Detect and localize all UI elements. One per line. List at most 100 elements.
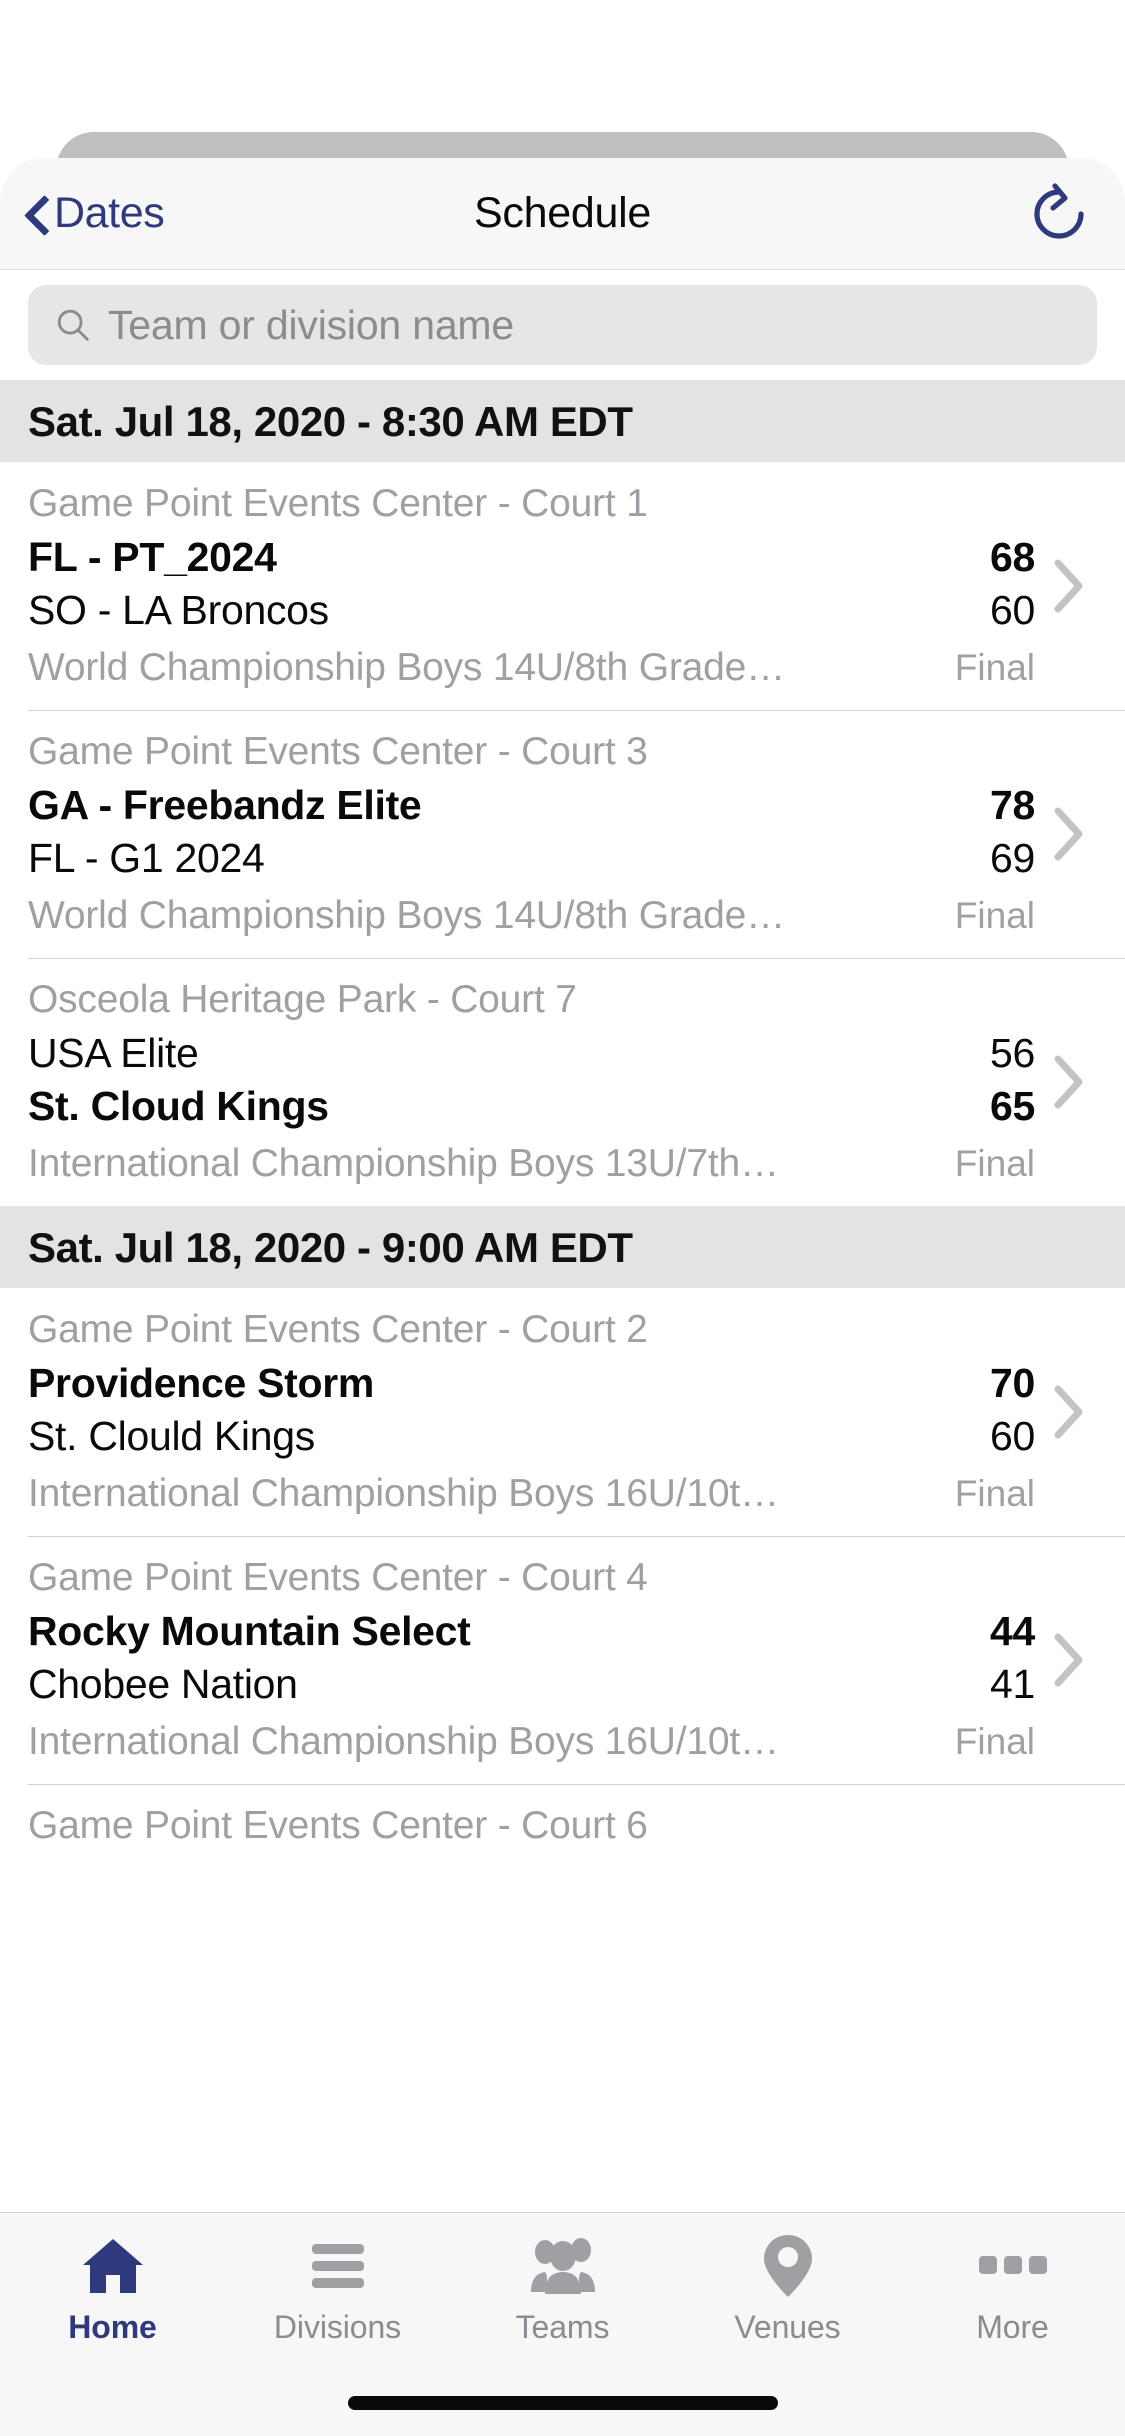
schedule-section-header: Sat. Jul 18, 2020 - 9:00 AM EDT [0,1206,1125,1288]
back-button[interactable]: Dates [0,189,165,238]
search-bar-container: Team or division name [0,270,1125,380]
away-team-score: 44 [989,1608,1035,1654]
page-title: Schedule [474,189,651,237]
home-team-row: St. Cloud Kings 65 [28,1083,1035,1130]
chevron-left-icon [26,195,48,233]
game-meta: International Championship Boys 16U/10t…… [28,1472,1035,1516]
away-team-name: Rocky Mountain Select [28,1608,471,1654]
away-team-row: Providence Storm 70 [28,1360,1035,1407]
home-team-row: Chobee Nation 41 [28,1661,1035,1708]
game-row[interactable]: Osceola Heritage Park - Court 7 USA Elite… [0,958,1125,1206]
search-placeholder: Team or division name [108,301,514,348]
away-team-row: FL - PT_2024 68 [28,534,1035,581]
game-meta: International Championship Boys 13U/7th…… [28,1142,1035,1186]
game-details: Game Point Events Center - Court 6 [28,1804,1097,1856]
search-input[interactable]: Team or division name [28,285,1097,365]
home-team-score: 41 [989,1661,1035,1707]
people-icon [527,2231,599,2301]
refresh-icon [1034,182,1084,239]
tab-label: Home [68,2309,157,2345]
away-team-score: 56 [989,1030,1035,1076]
game-venue: Osceola Heritage Park - Court 7 [28,978,577,1021]
chevron-right-icon [1041,557,1097,615]
game-status: Final [954,1143,1035,1184]
away-team-score: 68 [989,534,1035,580]
tab-teams[interactable]: Teams [450,2231,675,2346]
game-venue: Game Point Events Center - Court 4 [28,1556,648,1599]
home-team-name: Chobee Nation [28,1661,298,1707]
home-team-score: 60 [989,587,1035,633]
game-division: International Championship Boys 16U/10t… [28,1720,779,1763]
refresh-button[interactable] [1023,178,1095,250]
game-division: World Championship Boys 14U/8th Grade… [28,894,785,937]
game-division: International Championship Boys 13U/7th… [28,1142,779,1185]
chevron-right-icon [1041,1383,1097,1441]
away-team-score: 78 [989,782,1035,828]
tab-home[interactable]: Home [0,2231,225,2346]
navigation-bar: Dates Schedule [0,158,1125,270]
home-icon [79,2231,147,2301]
home-team-score: 69 [989,835,1035,881]
game-row[interactable]: Game Point Events Center - Court 6 [0,1784,1125,1876]
game-status: Final [954,1473,1035,1514]
home-team-name: FL - G1 2024 [28,835,265,881]
search-icon [57,309,89,341]
tab-more[interactable]: More [900,2231,1125,2346]
map-pin-icon [761,2231,815,2301]
tab-label: Teams [515,2309,610,2345]
away-team-name: USA Elite [28,1030,199,1076]
game-details: Game Point Events Center - Court 3 GA - F… [28,730,1035,938]
game-row[interactable]: Game Point Events Center - Court 1 FL - P… [0,462,1125,710]
game-details: Game Point Events Center - Court 1 FL - P… [28,482,1035,690]
game-details: Osceola Heritage Park - Court 7 USA Elite… [28,978,1035,1186]
home-team-row: FL - G1 2024 69 [28,835,1035,882]
game-status: Final [954,895,1035,936]
away-team-name: GA - Freebandz Elite [28,782,422,828]
tab-label: Venues [734,2309,841,2345]
home-team-row: St. Clould Kings 60 [28,1413,1035,1460]
game-division: World Championship Boys 14U/8th Grade… [28,646,785,689]
away-team-row: Rocky Mountain Select 44 [28,1608,1035,1655]
away-team-score: 70 [989,1360,1035,1406]
game-venue: Game Point Events Center - Court 3 [28,730,648,773]
away-team-row: USA Elite 56 [28,1030,1035,1077]
back-button-label: Dates [54,189,165,237]
away-team-name: Providence Storm [28,1360,375,1406]
home-team-name: SO - LA Broncos [28,587,329,633]
game-details: Game Point Events Center - Court 2 Provid… [28,1308,1035,1516]
list-icon [308,2231,368,2301]
game-status: Final [954,1721,1035,1762]
game-venue: Game Point Events Center - Court 1 [28,482,648,525]
phone-screen: Dates Schedule Team or division name Sat [0,0,1125,2436]
home-indicator [347,2396,778,2410]
away-team-row: GA - Freebandz Elite 78 [28,782,1035,829]
game-row[interactable]: Game Point Events Center - Court 4 Rocky … [0,1536,1125,1784]
ellipsis-icon [977,2231,1049,2301]
home-team-score: 60 [989,1413,1035,1459]
away-team-name: FL - PT_2024 [28,534,277,580]
game-meta: World Championship Boys 14U/8th Grade… Fi… [28,646,1035,690]
tab-label: Divisions [273,2309,402,2345]
tab-venues[interactable]: Venues [675,2231,900,2346]
game-meta: World Championship Boys 14U/8th Grade… Fi… [28,894,1035,938]
game-row[interactable]: Game Point Events Center - Court 2 Provid… [0,1288,1125,1536]
game-row[interactable]: Game Point Events Center - Court 3 GA - F… [0,710,1125,958]
game-details: Game Point Events Center - Court 4 Rocky … [28,1556,1035,1764]
tab-divisions[interactable]: Divisions [225,2231,450,2346]
schedule-section-header: Sat. Jul 18, 2020 - 8:30 AM EDT [0,380,1125,462]
game-venue: Game Point Events Center - Court 6 [28,1804,648,1847]
home-team-row: SO - LA Broncos 60 [28,587,1035,634]
game-status: Final [954,647,1035,688]
chevron-right-icon [1041,805,1097,863]
game-venue: Game Point Events Center - Court 2 [28,1308,648,1351]
game-division: International Championship Boys 16U/10t… [28,1472,779,1515]
home-team-name: St. Cloud Kings [28,1083,329,1129]
home-team-score: 65 [989,1083,1035,1129]
game-meta: International Championship Boys 16U/10t…… [28,1720,1035,1764]
chevron-right-icon [1041,1631,1097,1689]
chevron-right-icon [1041,1053,1097,1111]
modal-sheet: Dates Schedule Team or division name Sat [0,158,1125,2436]
home-team-name: St. Clould Kings [28,1413,315,1459]
tab-label: More [976,2309,1049,2345]
schedule-list[interactable]: Sat. Jul 18, 2020 - 8:30 AM EDT Game Poin… [0,380,1125,2436]
